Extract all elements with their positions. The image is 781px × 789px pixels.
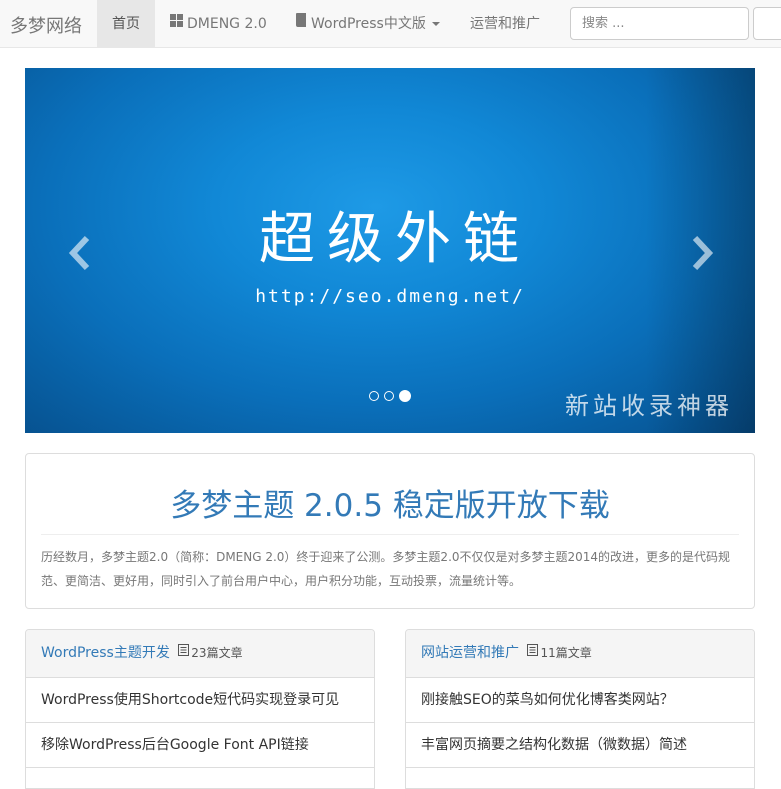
carousel-indicator-active[interactable] [399,389,411,402]
carousel-indicator[interactable] [384,390,394,401]
list-item[interactable]: 丰富网页摘要之结构化数据（微数据）简述 [406,723,754,768]
category-count-label: 11篇文章 [540,646,592,660]
category-header: WordPress主题开发 23篇文章 [26,630,374,678]
carousel-indicator[interactable] [369,390,379,401]
caret-down-icon [431,22,440,26]
list-alt-icon [178,630,190,676]
divider [41,534,739,535]
category-panel-operations: 网站运营和推广 11篇文章 刚接触SEO的菜鸟如何优化博客类网站？ 丰富网页摘要… [405,629,755,789]
carousel-prev-button[interactable] [65,233,95,273]
list-item[interactable]: WordPress使用Shortcode短代码实现登录可见 [26,678,374,723]
slide-caption: 新站收录神器 [565,392,733,420]
hero-carousel: 超级外链 http://seo.dmeng.net/ 新站收录神器 [25,68,755,433]
nav-item-label: DMENG 2.0 [187,16,267,32]
search-button[interactable] [753,7,781,40]
carousel-indicators [369,385,416,402]
chevron-right-icon [692,235,714,271]
search-input[interactable] [570,7,749,40]
category-panel-wordpress: WordPress主题开发 23篇文章 WordPress使用Shortcode… [25,629,375,789]
nav-item-home[interactable]: 首页 [97,0,155,48]
announcement-panel: 多梦主题 2.0.5 稳定版开放下载 历经数月，多梦主题2.0（简称：DMENG… [25,453,755,609]
carousel-next-button[interactable] [687,233,717,273]
category-header: 网站运营和推广 11篇文章 [406,630,754,678]
announcement-title[interactable]: 多梦主题 2.0.5 稳定版开放下载 [26,480,754,525]
list-item[interactable]: 刚接触SEO的菜鸟如何优化博客类网站？ [406,678,754,723]
list-item[interactable]: 移除WordPress后台Google Font API链接 [26,723,374,768]
category-count-label: 23篇文章 [191,646,243,660]
nav-item-label: 运营和推广 [470,16,540,32]
nav-item-wordpress[interactable]: WordPress中文版 [296,0,440,48]
nav-item-label: WordPress中文版 [311,16,426,32]
category-link[interactable]: 网站运营和推广 [421,645,519,661]
book-icon [296,0,307,47]
slide-title: 超级外链 [259,207,531,272]
list-alt-icon [527,630,539,676]
announcement-text: 历经数月，多梦主题2.0（简称：DMENG 2.0）终于迎来了公测。多梦主题2.… [41,550,731,588]
th-large-icon [170,0,183,47]
top-navbar: 多梦网络 首页 DMENG 2.0 WordPress中文版 运营和推广 [0,0,781,48]
chevron-left-icon [68,235,90,271]
category-link[interactable]: WordPress主题开发 [41,645,170,661]
nav-item-dmeng[interactable]: DMENG 2.0 [170,0,267,48]
nav-item-label: 首页 [112,16,140,32]
category-count: 11篇文章 [527,644,592,660]
slide-subtitle: http://seo.dmeng.net/ [255,286,525,307]
category-count: 23篇文章 [178,644,243,660]
nav-item-operations[interactable]: 运营和推广 [470,0,540,48]
site-brand[interactable]: 多梦网络 [10,12,82,38]
